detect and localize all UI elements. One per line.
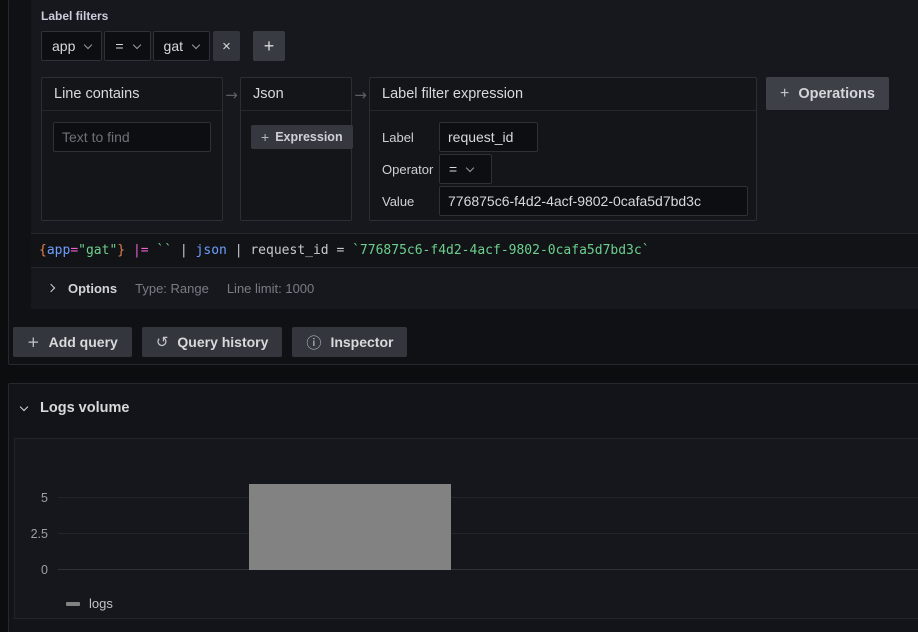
chevron-down-icon xyxy=(192,40,200,48)
operator-select[interactable]: = xyxy=(439,154,492,184)
y-tick-label: 0 xyxy=(41,563,48,577)
add-operations-label: Operations xyxy=(798,86,875,102)
value-field[interactable] xyxy=(439,186,748,216)
inspector-button[interactable]: ⓘ Inspector xyxy=(292,327,407,357)
gridline-horizontal xyxy=(58,533,918,534)
operation-card-line-contains: Line contains xyxy=(41,77,223,221)
plus-icon: + xyxy=(261,129,269,145)
operations-row: Line contains → Json + Expression xyxy=(41,77,918,221)
chevron-right-icon xyxy=(47,284,55,292)
add-operations-button[interactable]: + Operations xyxy=(766,77,889,110)
legend-swatch xyxy=(66,602,80,606)
add-expression-button[interactable]: + Expression xyxy=(251,125,353,149)
x-axis: 09:5009:5510:0010:0510:1010:15 xyxy=(58,578,918,593)
operation-card-title: Line contains xyxy=(42,78,222,111)
chevron-down-icon xyxy=(466,163,474,171)
options-line-limit: Line limit: 1000 xyxy=(227,281,314,296)
close-icon: × xyxy=(222,38,231,55)
logs-volume-graph: 02.55 09:5009:5510:0010:0510:1010:15 log… xyxy=(14,438,918,619)
label-filter-key-value: app xyxy=(52,38,75,54)
label-filter-value-select[interactable]: gat xyxy=(153,31,210,61)
label-caption: Label xyxy=(382,130,439,145)
operation-card-body xyxy=(42,111,222,163)
raw-query: {app="gat"} |= `` | json | request_id = … xyxy=(31,233,918,268)
gridline-horizontal xyxy=(58,569,918,570)
options-label: Options xyxy=(68,281,117,296)
operation-card-body: Label Operator = Value xyxy=(370,111,756,223)
gridline-horizontal xyxy=(58,497,918,498)
label-filter-operator-value: = xyxy=(115,38,123,54)
inspector-label: Inspector xyxy=(330,334,393,350)
operation-card-json: Json + Expression xyxy=(240,77,352,221)
history-icon: ↺ xyxy=(156,333,169,351)
bar-logs xyxy=(249,484,451,570)
value-caption: Value xyxy=(382,194,439,209)
remove-label-filter-button[interactable]: × xyxy=(213,31,240,61)
add-label-filter-button[interactable]: + xyxy=(253,31,285,61)
operation-card-title: Json xyxy=(241,78,351,111)
line-contains-input[interactable] xyxy=(53,122,211,152)
plus-icon: + xyxy=(780,85,789,103)
y-axis: 02.55 xyxy=(15,462,48,570)
operation-card-title: Label filter expression xyxy=(370,78,756,111)
y-tick-label: 2.5 xyxy=(31,527,48,541)
arrow-right-icon: → xyxy=(223,86,240,104)
legend: logs xyxy=(66,596,113,611)
add-expression-label: Expression xyxy=(275,130,342,144)
query-builder: Label filters app = gat × + xyxy=(31,0,918,221)
logs-volume-header[interactable]: Logs volume xyxy=(9,384,918,416)
chevron-down-icon xyxy=(132,40,140,48)
query-history-label: Query history xyxy=(177,334,268,350)
chevron-down-icon xyxy=(20,402,28,410)
operation-card-label-filter-expression: Label filter expression Label Operator =… xyxy=(369,77,757,221)
query-toolbar: + Add query ↺ Query history ⓘ Inspector xyxy=(13,327,918,357)
info-icon: ⓘ xyxy=(306,332,321,353)
label-filters-title: Label filters xyxy=(41,9,918,23)
legend-item-logs[interactable]: logs xyxy=(66,596,113,611)
operation-card-body: + Expression xyxy=(241,111,351,163)
plus-icon: + xyxy=(264,36,275,57)
logs-volume-panel: Logs volume 02.55 09:5009:5510:0010:0510… xyxy=(8,383,918,632)
operator-value: = xyxy=(449,161,457,177)
query-editor-row: Label filters app = gat × + xyxy=(31,0,918,309)
add-query-label: Add query xyxy=(49,334,118,350)
plus-icon: + xyxy=(27,333,40,351)
legend-label: logs xyxy=(89,596,113,611)
plot-area[interactable] xyxy=(58,462,918,570)
label-filter-value-value: gat xyxy=(164,38,183,54)
y-tick-label: 5 xyxy=(41,491,48,505)
label-filter-operator-select[interactable]: = xyxy=(104,31,150,61)
add-query-button[interactable]: + Add query xyxy=(13,327,132,357)
label-field[interactable] xyxy=(439,122,538,152)
query-editor-container: Label filters app = gat × + xyxy=(8,0,918,365)
label-filter-key-select[interactable]: app xyxy=(41,31,102,61)
options-toggle[interactable]: Options Type: Range Line limit: 1000 xyxy=(31,268,918,308)
operator-caption: Operator xyxy=(382,162,439,177)
options-type: Type: Range xyxy=(135,281,209,296)
arrow-right-icon: → xyxy=(352,86,369,104)
chevron-down-icon xyxy=(84,40,92,48)
label-filters-row: app = gat × + xyxy=(41,31,918,61)
logs-volume-title: Logs volume xyxy=(40,400,129,416)
query-history-button[interactable]: ↺ Query history xyxy=(142,327,283,357)
